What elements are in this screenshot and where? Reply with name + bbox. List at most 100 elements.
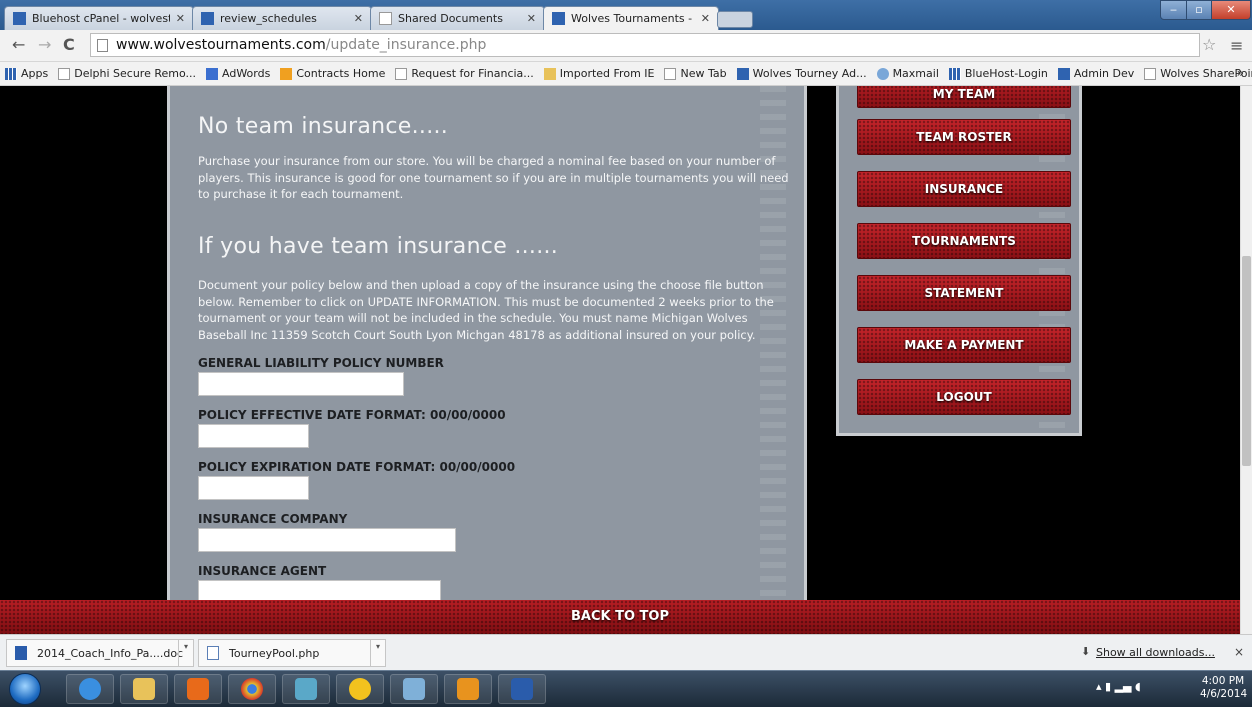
menu-make-payment-button[interactable]: MAKE A PAYMENT xyxy=(857,327,1071,363)
tab-label: Shared Documents xyxy=(398,12,503,25)
start-button[interactable] xyxy=(9,673,41,705)
folder-icon xyxy=(543,67,556,80)
page-icon xyxy=(97,38,108,52)
bookmark-contracts-home[interactable]: Contracts Home xyxy=(275,67,390,80)
minimize-button[interactable]: ‒ xyxy=(1160,0,1187,20)
adwords-icon xyxy=(206,67,219,80)
menu-statement-button[interactable]: STATEMENT xyxy=(857,275,1071,311)
bookmark-adwords[interactable]: AdWords xyxy=(201,67,275,80)
bookmarks-overflow-icon[interactable]: » xyxy=(1237,66,1244,80)
taskbar-internet-explorer[interactable] xyxy=(66,674,114,704)
menu-team-roster-button[interactable]: TEAM ROSTER xyxy=(857,119,1071,155)
bookmark-label: AdWords xyxy=(222,67,271,80)
policy-number-input[interactable] xyxy=(198,372,404,396)
label-policy-number: GENERAL LIABILITY POLICY NUMBER xyxy=(198,356,444,370)
maximize-button[interactable]: ▫ xyxy=(1186,0,1212,20)
tab-close-icon[interactable]: ✕ xyxy=(527,12,536,25)
download-item-coach-info[interactable]: 2014_Coach_Info_Pa....doc ▾ xyxy=(6,639,194,667)
menu-tournaments-button[interactable]: TOURNAMENTS xyxy=(857,223,1071,259)
bookmark-apps[interactable]: Apps xyxy=(0,67,53,80)
tab-review-schedules[interactable]: review_schedules ✕ xyxy=(192,6,372,30)
grid-favicon-icon xyxy=(736,67,749,80)
tab-close-icon[interactable]: ✕ xyxy=(354,12,363,25)
paragraph-have-insurance: Document your policy below and then uplo… xyxy=(198,278,774,342)
heading-have-insurance: If you have team insurance ...... xyxy=(198,234,559,259)
address-bar[interactable]: www.wolvestournaments.com/update_insuran… xyxy=(90,33,1200,57)
insurance-agent-input[interactable] xyxy=(198,580,441,600)
menu-logout-button[interactable]: LOGOUT xyxy=(857,379,1071,415)
tab-shared-documents[interactable]: Shared Documents ✕ xyxy=(370,6,545,30)
bookmark-label: BlueHost-Login xyxy=(964,67,1048,80)
label-effective-date: POLICY EFFECTIVE DATE FORMAT: 00/00/0000 xyxy=(198,408,506,422)
menu-my-team-button[interactable]: MY TEAM xyxy=(857,86,1071,108)
bookmark-bluehost-login[interactable]: BlueHost-Login xyxy=(944,67,1053,80)
close-downloads-bar-icon[interactable]: × xyxy=(1234,645,1244,659)
duck-icon xyxy=(349,678,371,700)
back-arrow-icon[interactable]: ← xyxy=(12,37,25,53)
bookmark-new-tab[interactable]: New Tab xyxy=(659,67,731,80)
taskbar-outlook[interactable] xyxy=(444,674,492,704)
taskbar-duck-app[interactable] xyxy=(336,674,384,704)
tab-close-icon[interactable]: ✕ xyxy=(701,12,710,25)
outlook-icon xyxy=(457,678,479,700)
tab-label: Wolves Tournaments - Ins xyxy=(571,12,695,25)
chrome-icon xyxy=(241,678,263,700)
bookmark-request-financia[interactable]: Request for Financia... xyxy=(390,67,538,80)
label-insurance-agent: INSURANCE AGENT xyxy=(198,564,327,578)
forward-arrow-icon[interactable]: → xyxy=(38,37,51,53)
back-to-top-button[interactable]: BACK TO TOP xyxy=(0,600,1240,634)
taskbar-app-blue[interactable] xyxy=(390,674,438,704)
show-all-downloads-link[interactable]: Show all downloads... xyxy=(1096,646,1215,659)
url-host: www.wolvestournaments.com xyxy=(116,37,326,53)
chrome-menu-icon[interactable]: ≡ xyxy=(1230,36,1243,55)
bookmark-delphi[interactable]: Delphi Secure Remo... xyxy=(53,67,201,80)
download-menu-chevron-icon[interactable]: ▾ xyxy=(370,640,385,666)
page-favicon-icon xyxy=(379,12,392,25)
taskbar-media-player[interactable] xyxy=(174,674,222,704)
reload-icon[interactable]: C xyxy=(63,37,75,53)
download-item-tourneypool[interactable]: TourneyPool.php ▾ xyxy=(198,639,386,667)
download-filename: 2014_Coach_Info_Pa....doc xyxy=(37,646,184,660)
bookmark-label: New Tab xyxy=(680,67,727,80)
label-insurance-company: INSURANCE COMPANY xyxy=(198,512,348,526)
page-icon xyxy=(664,67,677,80)
scrollbar-thumb[interactable] xyxy=(1242,256,1251,466)
taskbar-clock[interactable]: 4:00 PM 4/6/2014 xyxy=(1200,675,1247,701)
insurance-company-input[interactable] xyxy=(198,528,456,552)
new-tab-button[interactable] xyxy=(717,11,753,28)
maxmail-icon xyxy=(876,67,889,80)
taskbar-explorer[interactable] xyxy=(120,674,168,704)
taskbar-word[interactable] xyxy=(498,674,546,704)
bookmark-imported-ie[interactable]: Imported From IE xyxy=(539,67,660,80)
bookmark-label: Apps xyxy=(21,67,49,80)
bookmark-admin-dev[interactable]: Admin Dev xyxy=(1053,67,1139,80)
media-player-icon xyxy=(187,678,209,700)
clock-time: 4:00 PM xyxy=(1201,675,1245,687)
tab-label: Bluehost cPanel - wolvest xyxy=(32,12,170,25)
download-filename: TourneyPool.php xyxy=(229,646,320,660)
page-icon xyxy=(58,67,71,80)
effective-date-input[interactable] xyxy=(198,424,309,448)
tab-wolves-tournaments[interactable]: Wolves Tournaments - Ins ✕ xyxy=(543,6,719,30)
bookmark-label: Delphi Secure Remo... xyxy=(74,67,197,80)
grid-favicon-icon xyxy=(552,12,565,25)
page-scrollbar[interactable] xyxy=(1240,86,1252,634)
paragraph-no-insurance: Purchase your insurance from our store. … xyxy=(198,154,789,201)
menu-insurance-button[interactable]: INSURANCE xyxy=(857,171,1071,207)
bookmark-label: Maxmail xyxy=(892,67,939,80)
taskbar-app-green[interactable] xyxy=(282,674,330,704)
taskbar-chrome[interactable] xyxy=(228,674,276,704)
tab-bluehost-cpanel[interactable]: Bluehost cPanel - wolvest ✕ xyxy=(4,6,194,30)
bookmark-label: Admin Dev xyxy=(1073,67,1135,80)
bookmark-star-icon[interactable]: ☆ xyxy=(1202,35,1216,54)
bluehost-icon xyxy=(948,67,961,80)
download-menu-chevron-icon[interactable]: ▾ xyxy=(178,640,193,666)
download-arrow-icon: ⬇ xyxy=(1081,645,1091,658)
expiration-date-input[interactable] xyxy=(198,476,309,500)
tab-close-icon[interactable]: ✕ xyxy=(176,12,185,25)
bookmark-maxmail[interactable]: Maxmail xyxy=(872,67,944,80)
bookmark-wolves-sharepoint[interactable]: Wolves SharePoint xyxy=(1139,67,1252,80)
close-window-button[interactable]: ✕ xyxy=(1211,0,1251,20)
bookmark-wolves-tourney[interactable]: Wolves Tourney Ad... xyxy=(732,67,872,80)
system-tray-icons[interactable]: ▴ ▮ ▂▄ ◖ xyxy=(1096,680,1141,693)
